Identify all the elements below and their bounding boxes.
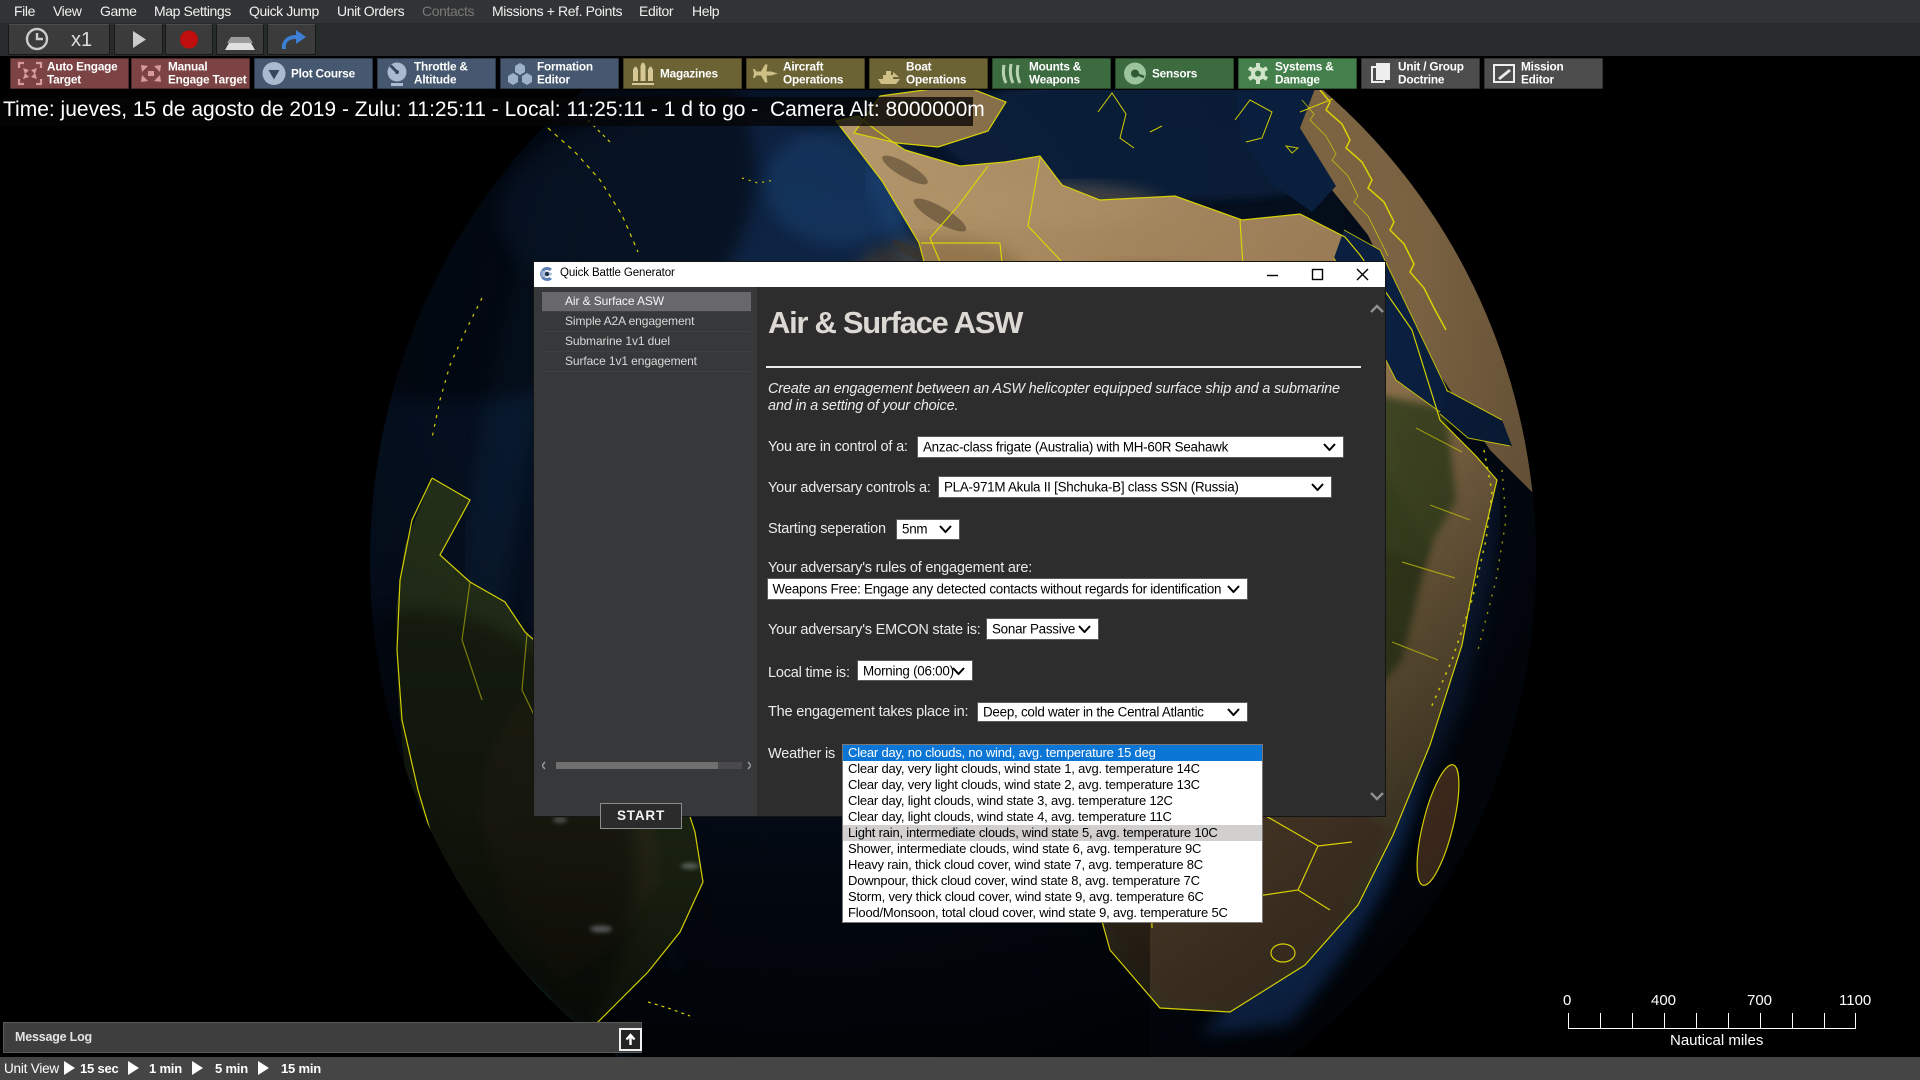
svg-text:0: 0	[1563, 992, 1571, 1009]
svg-text:Nautical miles: Nautical miles	[1670, 1032, 1763, 1049]
svg-text:400: 400	[1651, 992, 1676, 1009]
svg-text:700: 700	[1747, 992, 1772, 1009]
svg-text:x1: x1	[71, 29, 92, 51]
svg-text:1100: 1100	[1839, 992, 1871, 1009]
